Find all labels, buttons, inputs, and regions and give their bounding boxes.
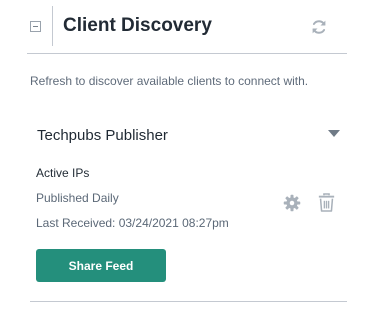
client-name: Techpubs Publisher xyxy=(37,127,168,144)
active-ips-label: Active IPs xyxy=(36,166,90,180)
discovery-hint-text: Refresh to discover available clients to… xyxy=(30,74,309,88)
last-received-timestamp: Last Received: 03/24/2021 08:27pm xyxy=(36,216,229,230)
panel-title: Client Discovery xyxy=(63,15,212,36)
collapse-icon[interactable] xyxy=(30,21,41,32)
refresh-icon[interactable] xyxy=(310,18,328,36)
header-divider-line xyxy=(27,53,347,54)
header-divider xyxy=(52,6,53,46)
client-discovery-panel: Client Discovery Refresh to discover ava… xyxy=(0,0,371,314)
gear-icon[interactable] xyxy=(283,194,301,212)
share-feed-button[interactable]: Share Feed xyxy=(36,249,166,282)
caret-down-icon[interactable] xyxy=(328,130,340,137)
publish-schedule: Published Daily xyxy=(36,191,119,205)
footer-divider xyxy=(30,301,347,302)
trash-icon[interactable] xyxy=(318,193,335,212)
panel-header: Client Discovery xyxy=(27,0,347,54)
